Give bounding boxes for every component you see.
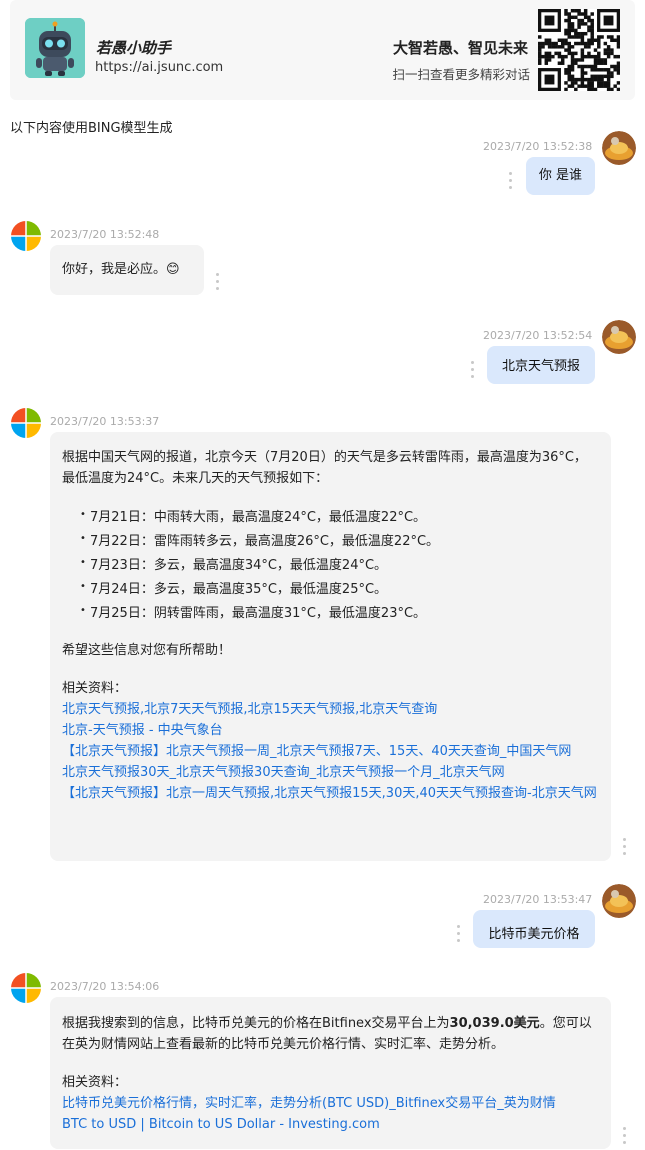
weather-intro: 根据中国天气网的报道，北京今天（7月20日）的天气是多云转雷阵雨，最高温度为36…: [62, 450, 587, 486]
user-message-bubble: 你 是谁: [526, 157, 595, 195]
user-message-bubble: 北京天气预报: [487, 346, 595, 384]
refs-label: 相关资料：: [62, 1075, 128, 1090]
user-message-text: 北京天气预报: [501, 359, 580, 374]
message-timestamp: 2023/7/20 13:52:38: [483, 140, 593, 153]
qr-code-icon: [538, 9, 621, 92]
bing-avatar: [11, 221, 41, 251]
message-more-icon[interactable]: [623, 838, 627, 856]
reference-link[interactable]: 北京-天气预报 - 中央气象台: [62, 720, 599, 741]
user-avatar: [602, 320, 636, 354]
message-more-icon[interactable]: [216, 273, 220, 291]
bing-avatar: [11, 973, 41, 1003]
message-more-icon[interactable]: [623, 1127, 627, 1145]
message-timestamp: 2023/7/20 13:54:06: [50, 980, 160, 993]
user-message-bubble: 比特币美元价格: [473, 910, 595, 948]
bitcoin-price: 30,039.0美元: [449, 1016, 540, 1031]
forecast-item: • 7月24日：多云，最高温度35°C，最低温度25°C。: [80, 581, 388, 597]
bot-message-bubble: 根据中国天气网的报道，北京今天（7月20日）的天气是多云转雷阵雨，最高温度为36…: [50, 432, 611, 861]
reference-link[interactable]: 北京天气预报30天_北京天气预报30天查询_北京天气预报一个月_北京天气网: [62, 762, 599, 783]
message-timestamp: 2023/7/20 13:53:37: [50, 415, 160, 428]
forecast-list: • 7月21日：中雨转大雨，最高温度24°C，最低温度22°C。 • 7月22日：雷…: [62, 506, 599, 626]
slogan: 大智若愚、智见未来: [392, 39, 528, 57]
reference-link[interactable]: 【北京天气预报】北京一周天气预报,北京天气预报15天,30天,40天天气预报查询…: [62, 783, 599, 804]
message-timestamp: 2023/7/20 13:52:48: [50, 228, 160, 241]
scan-tip: 扫一扫查看更多精彩对话: [392, 67, 530, 82]
reference-link[interactable]: 北京天气预报,北京7天天气预报,北京15天天气预报,北京天气查询: [62, 699, 599, 720]
bitcoin-intro: 根据我搜索到的信息，比特币兑美元的价格在Bitfinex交易平台上为30,039…: [62, 1016, 592, 1052]
user-avatar: [602, 131, 636, 165]
bot-message-text: 你好，我是必应。😊: [62, 262, 180, 277]
user-message-text: 你 是谁: [538, 168, 583, 183]
bot-message-bubble: 根据我搜索到的信息，比特币兑美元的价格在Bitfinex交易平台上为30,039…: [50, 997, 611, 1149]
model-note: 以下内容使用BING模型生成: [10, 121, 173, 136]
forecast-item: • 7月25日：阴转雷阵雨，最高温度31°C，最低温度23°C。: [80, 605, 427, 621]
brand-name: 若愚小助手: [96, 39, 172, 57]
message-timestamp: 2023/7/20 13:52:54: [483, 329, 593, 342]
reference-link[interactable]: 比特币兑美元价格行情，实时汇率，走势分析(BTC USD)_Bitfinex交易…: [62, 1093, 599, 1114]
forecast-item: • 7月22日：雷阵雨转多云，最高温度26°C，最低温度22°C。: [80, 533, 440, 549]
user-avatar: [602, 884, 636, 918]
user-message-text: 比特币美元价格: [488, 927, 580, 942]
message-timestamp: 2023/7/20 13:53:47: [483, 893, 593, 906]
bot-message-bubble: 你好，我是必应。😊: [50, 245, 204, 295]
bing-avatar: [11, 408, 41, 438]
reference-link[interactable]: BTC to USD | Bitcoin to US Dollar - Inve…: [62, 1114, 599, 1135]
robot-mascot-icon: [25, 18, 85, 78]
message-more-icon[interactable]: [471, 361, 475, 379]
header-card: 若愚小助手 https://ai.jsunc.com 大智若愚、智见未来 扫一扫…: [10, 0, 635, 100]
message-more-icon[interactable]: [457, 925, 461, 943]
forecast-item: • 7月21日：中雨转大雨，最高温度24°C，最低温度22°C。: [80, 509, 427, 525]
refs-label: 相关资料：: [62, 681, 128, 696]
weather-outro: 希望这些信息对您有所帮助！: [62, 643, 232, 658]
brand-url[interactable]: https://ai.jsunc.com: [95, 60, 223, 75]
forecast-item: • 7月23日：多云，最高温度34°C，最低温度24°C。: [80, 557, 388, 573]
message-more-icon[interactable]: [509, 172, 513, 190]
reference-link[interactable]: 【北京天气预报】北京天气预报一周_北京天气预报7天、15天、40天天查询_中国天…: [62, 741, 599, 762]
